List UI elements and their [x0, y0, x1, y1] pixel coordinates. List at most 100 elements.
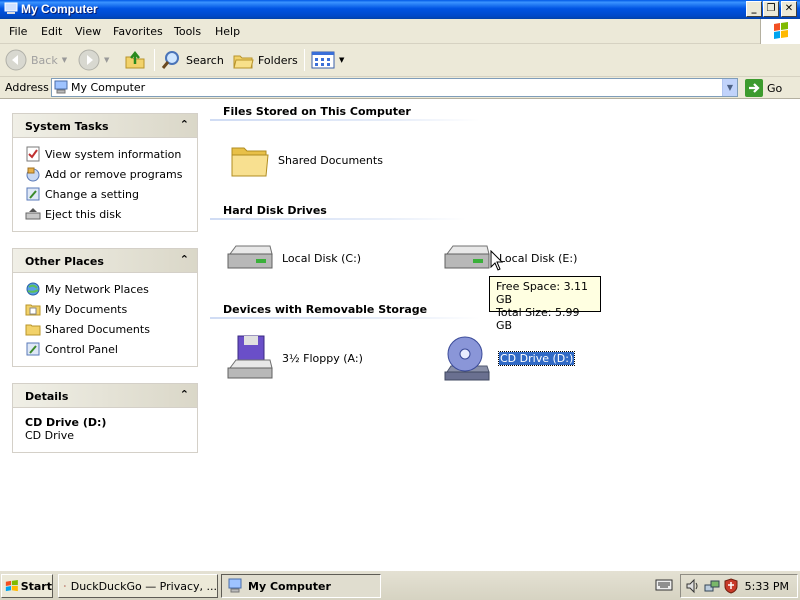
collapse-icon[interactable]: ⌃	[180, 118, 189, 131]
shared-documents-link[interactable]: Shared Documents	[25, 319, 197, 339]
taskbar-item-label: DuckDuckGo — Privacy, ...	[70, 579, 217, 593]
file-view: Files Stored on This Computer Shared Doc…	[210, 100, 800, 570]
details-header[interactable]: Details ⌃	[13, 384, 197, 408]
add-remove-programs-icon	[26, 167, 40, 182]
address-field[interactable]: My Computer ▼	[51, 78, 738, 97]
address-bar: Address My Computer ▼ Go	[0, 77, 800, 99]
views-button[interactable]: ▼	[311, 48, 344, 72]
hard-disk-icon	[444, 245, 490, 269]
menu-tools[interactable]: Tools	[174, 25, 201, 38]
my-computer-icon	[54, 80, 68, 94]
control-panel-icon	[26, 187, 40, 201]
system-information-icon	[26, 146, 40, 162]
item-label: Local Disk (E:)	[499, 251, 578, 265]
view-system-information-link[interactable]: View system information	[25, 144, 197, 164]
clock: 5:33 PM	[744, 579, 789, 593]
start-label: Start	[20, 579, 52, 593]
other-places-header[interactable]: Other Places ⌃	[13, 249, 197, 273]
toolbar: Back ▼ ▼ Search Folders ▼	[0, 44, 800, 77]
toolbar-separator	[304, 49, 305, 71]
menu-edit[interactable]: Edit	[41, 25, 62, 38]
task-label: My Documents	[45, 302, 128, 316]
floppy-drive-item[interactable]: 3½ Floppy (A:)	[226, 334, 363, 382]
folders-label: Folders	[258, 53, 298, 67]
folder-icon	[231, 147, 269, 177]
network-icon[interactable]	[704, 578, 720, 594]
windows-flag-icon	[5, 580, 18, 592]
system-tray: 5:33 PM	[680, 574, 798, 598]
start-button[interactable]: Start	[1, 574, 53, 598]
forward-button[interactable]: ▼	[78, 48, 109, 72]
search-label: Search	[186, 53, 224, 67]
add-remove-programs-link[interactable]: Add or remove programs	[25, 164, 197, 184]
change-setting-link[interactable]: Change a setting	[25, 184, 197, 204]
maximize-button[interactable]: ❐	[763, 1, 779, 17]
taskbar-item-browser[interactable]: DuckDuckGo — Privacy, ...	[58, 574, 218, 598]
task-label: Eject this disk	[45, 207, 122, 221]
search-icon	[161, 51, 179, 69]
other-places-panel: Other Places ⌃ My Network Places My Docu…	[12, 248, 198, 367]
firefox-icon	[64, 585, 66, 587]
group-title-files-stored: Files Stored on This Computer	[223, 105, 411, 118]
address-dropdown-icon[interactable]: ▼	[722, 79, 737, 96]
keyboard-icon[interactable]	[655, 579, 673, 591]
minimize-button[interactable]: _	[746, 1, 762, 17]
floppy-drive-icon	[227, 335, 273, 379]
taskbar-item-label: My Computer	[248, 579, 331, 593]
my-network-places-link[interactable]: My Network Places	[25, 279, 197, 299]
my-computer-icon	[228, 578, 242, 593]
my-documents-icon	[25, 304, 41, 316]
views-icon	[311, 51, 335, 69]
back-dropdown-icon[interactable]: ▼	[62, 56, 67, 64]
folders-icon	[233, 55, 254, 69]
explorer-window: My Computer _ ❐ ✕ File Edit View Favorit…	[0, 0, 800, 600]
mouse-cursor-icon	[490, 250, 504, 271]
group-divider	[210, 317, 480, 319]
local-disk-e-item[interactable]: Local Disk (E:)	[443, 240, 577, 276]
item-label: CD Drive (D:)	[497, 350, 576, 366]
search-button[interactable]: Search	[160, 48, 224, 72]
menu-favorites[interactable]: Favorites	[113, 25, 163, 38]
back-button[interactable]: Back ▼	[5, 48, 67, 72]
forward-dropdown-icon[interactable]: ▼	[104, 56, 109, 64]
local-disk-c-item[interactable]: Local Disk (C:)	[226, 240, 361, 276]
security-shield-icon[interactable]	[723, 578, 739, 594]
go-button[interactable]: Go	[745, 79, 782, 97]
hard-disk-icon	[227, 245, 273, 269]
toolbar-separator	[154, 49, 155, 71]
my-documents-link[interactable]: My Documents	[25, 299, 197, 319]
up-folder-button[interactable]	[124, 48, 146, 72]
folders-button[interactable]: Folders	[232, 48, 298, 72]
go-arrow-icon	[745, 79, 763, 97]
shared-documents-item[interactable]: Shared Documents	[230, 140, 383, 180]
menu-bar: File Edit View Favorites Tools Help	[0, 19, 800, 44]
taskbar-item-my-computer[interactable]: My Computer	[221, 574, 381, 598]
my-computer-icon	[4, 2, 18, 14]
task-label: View system information	[45, 147, 182, 161]
menu-file[interactable]: File	[9, 25, 27, 38]
title-bar[interactable]: My Computer _ ❐ ✕	[0, 0, 800, 19]
control-panel-link[interactable]: Control Panel	[25, 339, 197, 359]
menu-view[interactable]: View	[75, 25, 101, 38]
shared-folder-icon	[25, 324, 41, 336]
collapse-icon[interactable]: ⌃	[180, 388, 189, 401]
eject-disk-link[interactable]: Eject this disk	[25, 204, 197, 224]
task-label: Shared Documents	[45, 322, 150, 336]
task-label: Change a setting	[45, 187, 139, 201]
task-pane: System Tasks ⌃ View system information A…	[0, 100, 210, 570]
close-button[interactable]: ✕	[781, 1, 797, 17]
network-places-icon	[26, 282, 40, 296]
menu-help[interactable]: Help	[215, 25, 240, 38]
volume-icon[interactable]	[685, 578, 701, 594]
group-title-removable-storage: Devices with Removable Storage	[223, 303, 428, 316]
cd-drive-item[interactable]: CD Drive (D:)	[443, 334, 576, 382]
system-tasks-header[interactable]: System Tasks ⌃	[13, 114, 197, 138]
item-label: Shared Documents	[278, 153, 383, 167]
views-dropdown-icon[interactable]: ▼	[339, 56, 344, 64]
tooltip-free-space: Free Space: 3.11 GB	[496, 280, 589, 306]
details-name: CD Drive (D:)	[25, 416, 107, 429]
group-title-hard-disk-drives: Hard Disk Drives	[223, 204, 327, 217]
collapse-icon[interactable]: ⌃	[180, 253, 189, 266]
task-label: Add or remove programs	[45, 167, 183, 181]
cd-drive-icon	[444, 336, 490, 381]
